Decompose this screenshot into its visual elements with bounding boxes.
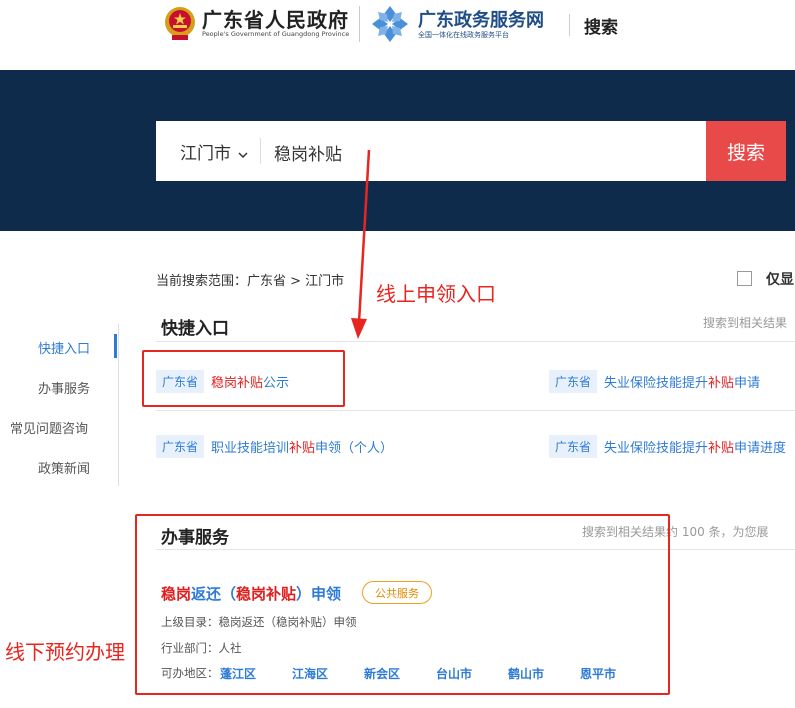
annotation-online-label: 线上申领入口 — [376, 282, 496, 306]
search-input[interactable] — [262, 132, 682, 172]
quick-link-skill-subsidy-apply[interactable]: 失业保险技能提升补贴申请 — [604, 372, 760, 391]
region-tag: 广东省 — [549, 370, 598, 393]
portal-title[interactable]: 广东政务服务网 — [418, 6, 544, 32]
search-scope: 当前搜索范围：广东省 > 江门市 — [156, 274, 345, 289]
sidebar-item-services[interactable]: 办事服务 — [38, 378, 90, 397]
sidebar-item-faq[interactable]: 常见问题咨询 — [10, 418, 88, 437]
row-divider — [156, 410, 795, 411]
only-show-label: 仅显 — [766, 272, 794, 288]
chevron-down-icon — [238, 144, 248, 164]
section-divider — [156, 341, 795, 342]
sidebar-active-indicator — [114, 334, 117, 358]
header-divider — [359, 6, 360, 42]
header-divider — [569, 14, 570, 36]
annotation-box-online — [142, 350, 345, 407]
header-search-label: 搜索 — [584, 18, 618, 38]
quick-link-training-subsidy[interactable]: 职业技能培训补贴申领（个人） — [211, 437, 393, 456]
annotation-offline-label: 线下预约办理 — [5, 640, 125, 664]
gov-title[interactable]: 广东省人民政府 — [202, 4, 349, 33]
annotation-arrow-icon — [351, 149, 371, 339]
portal-subtitle: 全国一体化在线政务服务平台 — [418, 31, 509, 39]
quick-entry-title: 快捷入口 — [161, 319, 229, 339]
search-button[interactable]: 搜索 — [706, 121, 786, 181]
city-select-label: 江门市 — [180, 144, 231, 164]
region-tag: 广东省 — [156, 435, 205, 458]
sidebar-item-quick-entry[interactable]: 快捷入口 — [38, 338, 90, 357]
city-select[interactable]: 江门市 — [180, 139, 248, 164]
sidebar-item-policy-news[interactable]: 政策新闻 — [38, 458, 90, 477]
annotation-box-offline — [135, 514, 670, 695]
national-emblem-icon — [162, 4, 198, 42]
only-show-checkbox[interactable] — [737, 271, 752, 286]
quick-link-skill-subsidy-progress[interactable]: 失业保险技能提升补贴申请进度 — [604, 437, 786, 456]
search-divider — [260, 138, 261, 164]
quick-entry-hint: 搜索到相关结果 — [703, 316, 788, 330]
gov-subtitle: People's Government of Guangdong Provinc… — [202, 30, 350, 38]
portal-logo-icon — [370, 4, 410, 44]
sidebar-divider — [118, 324, 119, 486]
region-tag: 广东省 — [549, 435, 598, 458]
